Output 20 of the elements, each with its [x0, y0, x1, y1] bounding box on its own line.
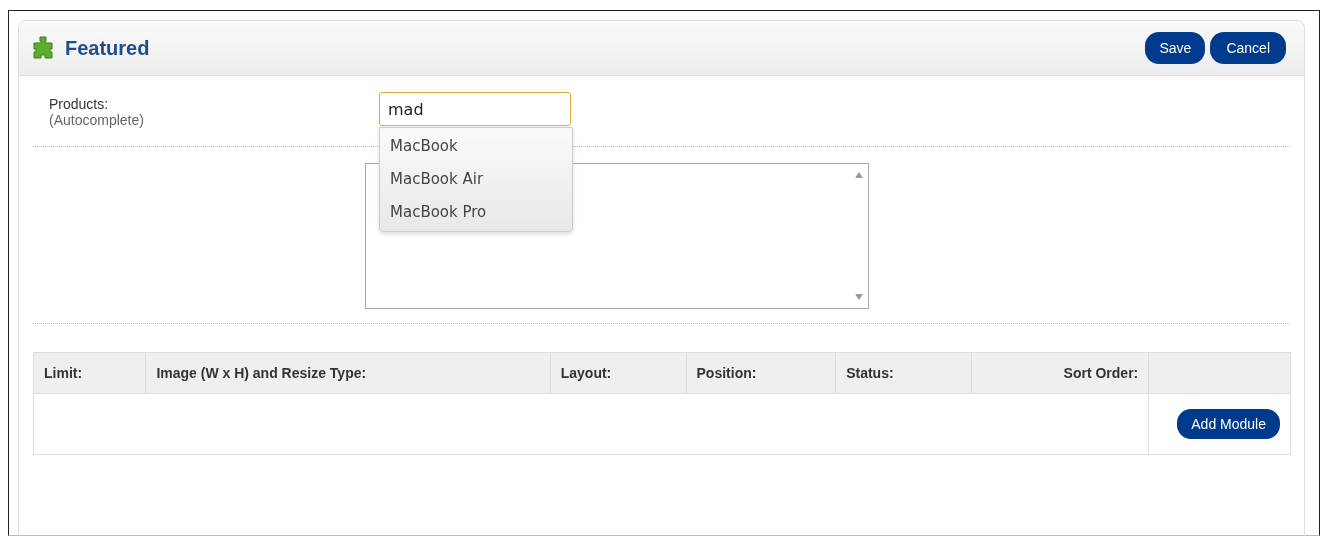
column-header: Position:: [686, 352, 836, 394]
scroll-down-icon[interactable]: [855, 294, 863, 300]
column-header: Limit:: [33, 352, 146, 394]
column-header: Status:: [835, 352, 972, 394]
column-header: Image (W x H) and Resize Type:: [145, 352, 551, 394]
suggestion-item[interactable]: MacBook: [380, 130, 572, 163]
cancel-button[interactable]: Cancel: [1210, 32, 1286, 64]
field-label: Products:: [49, 96, 110, 112]
suggestion-item[interactable]: MacBook Air: [380, 163, 572, 196]
puzzle-icon: [31, 35, 55, 61]
column-header: Sort Order:: [971, 352, 1149, 394]
column-header: Layout:: [550, 352, 687, 394]
add-module-button[interactable]: Add Module: [1177, 409, 1280, 439]
suggestion-item[interactable]: MacBook Pro: [380, 196, 572, 229]
product-list-box[interactable]: [365, 163, 869, 309]
autocomplete-field[interactable]: mad: [379, 92, 571, 126]
panel-title: Featured: [65, 36, 150, 60]
scroll-up-icon[interactable]: [855, 172, 863, 178]
field-hint: (Autocomplete): [49, 112, 145, 128]
save-button[interactable]: Save: [1145, 32, 1206, 64]
